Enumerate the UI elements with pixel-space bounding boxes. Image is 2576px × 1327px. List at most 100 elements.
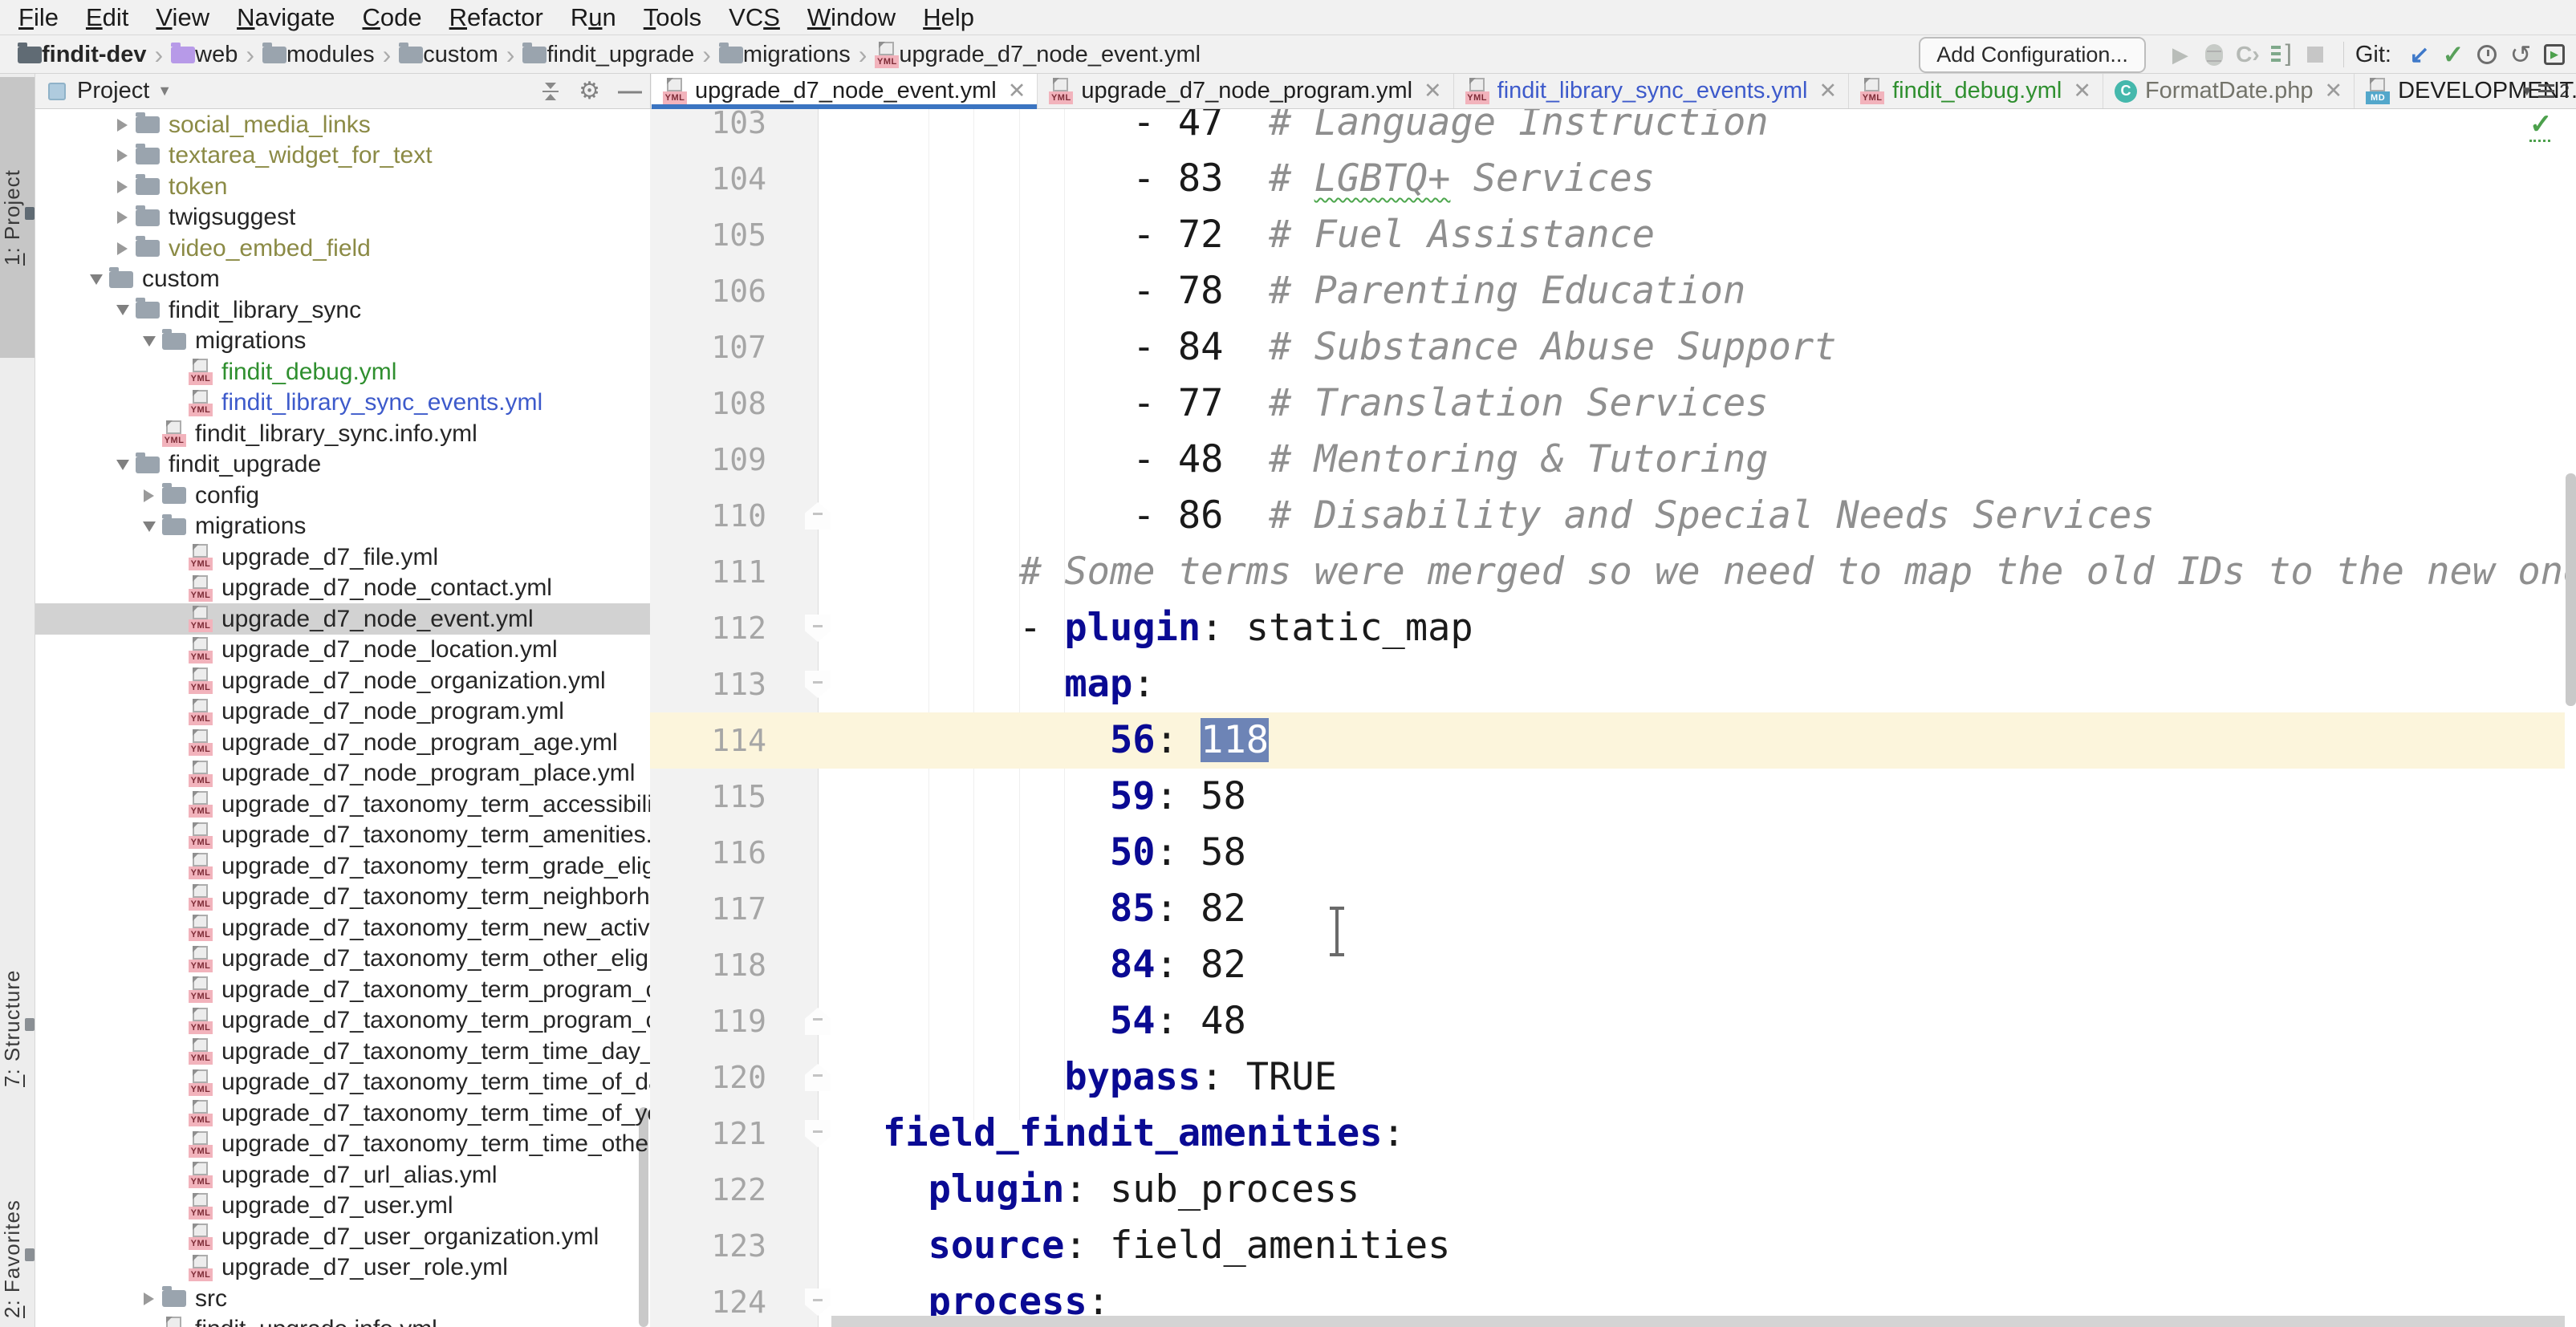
menu-item-file[interactable]: File bbox=[5, 0, 72, 34]
tree-row[interactable]: YML upgrade_d7_node_program_age.yml bbox=[35, 727, 650, 758]
expand-arrow-icon[interactable] bbox=[144, 1293, 154, 1305]
editor-horizontal-scrollbar[interactable] bbox=[831, 1316, 2565, 1327]
stop-icon[interactable] bbox=[2298, 38, 2332, 71]
history-clock-icon[interactable] bbox=[2470, 38, 2504, 71]
tree-row[interactable]: YML upgrade_d7_taxonomy_term_new_activit… bbox=[35, 912, 650, 944]
tree-row[interactable]: YML upgrade_d7_taxonomy_term_program_cat… bbox=[35, 1005, 650, 1037]
code-line[interactable]: 54: 48 bbox=[883, 993, 1246, 1049]
collapse-arrow-icon[interactable] bbox=[116, 460, 129, 470]
profiler-icon[interactable]: C› bbox=[2231, 38, 2265, 71]
expand-arrow-icon[interactable] bbox=[144, 489, 154, 502]
editor-tab[interactable]: C FormatDate.php ✕ bbox=[2103, 74, 2355, 108]
editor-tab[interactable]: YML upgrade_d7_node_program.yml ✕ bbox=[1038, 74, 1453, 108]
project-panel-title[interactable]: Project bbox=[77, 78, 149, 104]
tree-row[interactable]: YML findit_library_sync.info.yml bbox=[35, 418, 650, 449]
code-line[interactable]: - 77 # Translation Services bbox=[883, 375, 1769, 432]
code-line[interactable]: 50: 58 bbox=[883, 825, 1246, 881]
menu-item-code[interactable]: Code bbox=[348, 0, 435, 34]
tree-row[interactable]: migrations bbox=[35, 511, 650, 542]
tree-row[interactable]: YML upgrade_d7_taxonomy_term_amenities.y… bbox=[35, 820, 650, 851]
expand-arrow-icon[interactable] bbox=[117, 211, 128, 224]
run-anything-icon[interactable]: ▶ bbox=[2537, 38, 2571, 71]
code-line[interactable]: 56: 118 bbox=[883, 712, 1269, 769]
editor-tab[interactable]: YML upgrade_d7_node_event.yml ✕ bbox=[652, 74, 1038, 108]
tree-row[interactable]: YML upgrade_d7_taxonomy_term_time_of_yea… bbox=[35, 1098, 650, 1129]
code-line[interactable]: 84: 82 bbox=[883, 937, 1246, 993]
tree-row[interactable]: config bbox=[35, 480, 650, 511]
attach-debugger-icon[interactable] bbox=[2265, 38, 2298, 71]
code-line[interactable]: - 47 # Language Instruction bbox=[883, 109, 1769, 151]
code-line[interactable]: field_findit_amenities: bbox=[883, 1106, 1405, 1162]
breadcrumb-item[interactable]: › YML upgrade_d7_node_event.yml bbox=[851, 40, 1201, 70]
chevron-down-icon[interactable]: ▼ bbox=[157, 83, 172, 99]
editor-tab[interactable]: YML findit_library_sync_events.yml ✕ bbox=[1454, 74, 1849, 108]
gear-icon[interactable]: ⚙ bbox=[579, 77, 600, 105]
tree-row[interactable]: findit_library_sync bbox=[35, 294, 650, 326]
tree-row[interactable]: YML findit_debug.yml bbox=[35, 356, 650, 388]
tree-row[interactable]: YML upgrade_d7_node_event.yml bbox=[35, 603, 650, 635]
editor-vertical-scrollbar[interactable] bbox=[2566, 473, 2576, 706]
git-commit-icon[interactable]: ✓ bbox=[2436, 38, 2470, 71]
tool-window-tab--structure[interactable]: 7: Structure bbox=[0, 916, 35, 1141]
close-icon[interactable]: ✕ bbox=[2324, 79, 2342, 103]
menu-item-navigate[interactable]: Navigate bbox=[223, 0, 348, 34]
tree-row[interactable]: YML upgrade_d7_taxonomy_term_program_cat… bbox=[35, 974, 650, 1005]
code-line[interactable]: - plugin: static_map bbox=[883, 600, 1473, 656]
collapse-arrow-icon[interactable] bbox=[90, 274, 103, 285]
menu-item-view[interactable]: View bbox=[142, 0, 223, 34]
collapse-arrow-icon[interactable] bbox=[143, 521, 156, 532]
code-line[interactable]: 59: 58 bbox=[883, 769, 1246, 825]
tree-row[interactable]: YML upgrade_d7_url_alias.yml bbox=[35, 1159, 650, 1191]
code-line[interactable]: source: field_amenities bbox=[883, 1218, 1450, 1274]
code-line[interactable]: map: bbox=[883, 656, 1156, 712]
tree-row[interactable]: YML upgrade_d7_node_program_place.yml bbox=[35, 758, 650, 789]
code-line[interactable]: - 83 # LGBTQ+ Services bbox=[883, 151, 1655, 207]
tree-row[interactable]: YML upgrade_d7_taxonomy_term_time_of_day… bbox=[35, 1067, 650, 1098]
tree-row[interactable]: YML upgrade_d7_taxonomy_term_time_other.… bbox=[35, 1129, 650, 1160]
breadcrumb-item[interactable]: › web bbox=[147, 40, 238, 70]
editor-pane[interactable]: 103 - 47 # Language Instruction104 - 83 … bbox=[650, 109, 2576, 1327]
code-line[interactable]: - 72 # Fuel Assistance bbox=[883, 207, 1655, 263]
menu-item-window[interactable]: Window bbox=[794, 0, 909, 34]
tree-row[interactable]: YML upgrade_d7_file.yml bbox=[35, 542, 650, 573]
editor-tab[interactable]: YML findit_debug.yml ✕ bbox=[1849, 74, 2103, 108]
tree-row[interactable]: YML findit_library_sync_events.yml bbox=[35, 388, 650, 419]
tree-row[interactable]: YML upgrade_d7_taxonomy_term_time_day_of… bbox=[35, 1036, 650, 1067]
expand-arrow-icon[interactable] bbox=[117, 149, 128, 162]
tree-row[interactable]: token bbox=[35, 171, 650, 202]
tree-row[interactable]: social_media_links bbox=[35, 109, 650, 140]
breadcrumb-item[interactable]: › modules bbox=[238, 40, 374, 70]
code-line[interactable]: - 78 # Parenting Education bbox=[883, 263, 1745, 319]
close-icon[interactable]: ✕ bbox=[1424, 79, 1442, 103]
tree-row[interactable]: video_embed_field bbox=[35, 233, 650, 264]
tool-window-tab--project[interactable]: 1: Project bbox=[0, 77, 35, 358]
breadcrumb-item[interactable]: findit-dev bbox=[18, 42, 147, 68]
expand-arrow-icon[interactable] bbox=[117, 242, 128, 255]
tree-row[interactable]: YML upgrade_d7_node_location.yml bbox=[35, 635, 650, 666]
code-line[interactable]: - 48 # Mentoring & Tutoring bbox=[883, 432, 1769, 488]
inspection-status-icon[interactable]: ✓ bbox=[2529, 111, 2565, 152]
tree-row[interactable]: findit_upgrade bbox=[35, 449, 650, 481]
tree-row[interactable]: YML upgrade_d7_node_organization.yml bbox=[35, 665, 650, 696]
code-line[interactable]: - 84 # Substance Abuse Support bbox=[883, 319, 1836, 375]
code-line[interactable]: - 86 # Disability and Special Needs Serv… bbox=[883, 488, 2155, 544]
git-update-icon[interactable]: ↙ bbox=[2403, 38, 2436, 71]
expand-arrow-icon[interactable] bbox=[117, 181, 128, 193]
tree-row[interactable]: YML upgrade_d7_taxonomy_term_grade_eligi… bbox=[35, 850, 650, 882]
breadcrumb-item[interactable]: › custom bbox=[375, 40, 498, 70]
collapse-arrow-icon[interactable] bbox=[143, 336, 156, 347]
breadcrumb-item[interactable]: › migrations bbox=[694, 40, 850, 70]
tree-row[interactable]: YML upgrade_d7_taxonomy_term_accessibili… bbox=[35, 789, 650, 820]
menu-item-tools[interactable]: Tools bbox=[630, 0, 715, 34]
collapse-all-icon[interactable] bbox=[540, 81, 561, 102]
tree-row[interactable]: YML upgrade_d7_node_contact.yml bbox=[35, 573, 650, 604]
menu-item-help[interactable]: Help bbox=[909, 0, 988, 34]
menu-item-vcs[interactable]: VCS bbox=[715, 0, 794, 34]
menu-item-run[interactable]: Run bbox=[557, 0, 630, 34]
tree-row[interactable]: YML upgrade_d7_taxonomy_term_neighborhoo… bbox=[35, 882, 650, 913]
tree-row[interactable]: custom bbox=[35, 264, 650, 295]
close-icon[interactable]: ✕ bbox=[1819, 79, 1838, 103]
code-line[interactable]: bypass: TRUE bbox=[883, 1049, 1337, 1106]
tree-row[interactable]: textarea_widget_for_text bbox=[35, 140, 650, 172]
tree-row[interactable]: YML findit_upgrade.info.yml bbox=[35, 1314, 650, 1327]
